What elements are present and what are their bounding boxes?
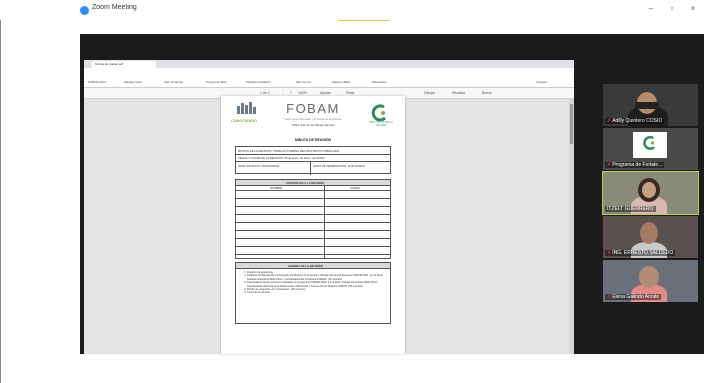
bookmark-item[interactable]: Carpeta <box>536 80 547 84</box>
pdf-page: CONOCIENDO FOBAM Fondo para el Bienestar… <box>221 96 405 354</box>
instituto-mujer-logo <box>643 135 655 150</box>
participant-name: ✗Programa de Fortale... <box>605 162 665 168</box>
participant-tile-active-speaker[interactable]: ITZELT GUERRERO <box>602 171 699 215</box>
erase-button[interactable]: Borrar <box>482 91 492 95</box>
agenda-table: AGENDA DE LA REUNIÓN Registro de asisten… <box>235 262 391 324</box>
draw-button[interactable]: Dibujar <box>424 91 435 95</box>
participant-tile[interactable]: ✗Elena Galindo Arzate <box>603 260 698 302</box>
bookmark-item[interactable]: Sistema IEEA <box>332 80 351 84</box>
maximize-button[interactable]: ▫ <box>667 4 677 13</box>
muted-mic-icon: ✗ <box>607 118 612 124</box>
start-time-field: HORA DE INICIO: 10:00 HORAS <box>238 164 280 168</box>
agenda-header: AGENDA DE LA REUNIÓN <box>288 264 323 268</box>
pdf-scrollbar-thumb[interactable] <box>570 104 573 144</box>
participant-tile[interactable]: ✗Programa de Fortale... <box>603 128 698 170</box>
minimize-button[interactable]: – <box>646 4 656 13</box>
bookmark-item[interactable]: Fed. Finanzas <box>164 80 183 84</box>
close-button[interactable]: × <box>688 4 698 13</box>
muted-mic-icon: ✗ <box>607 294 612 300</box>
attendance-header: ASISTENTES A LA REUNIÓN <box>286 181 325 185</box>
bookmark-item[interactable]: Plataforma IDECA <box>246 80 271 84</box>
agenda-list: Registro de asistencia. Palabras de Bien… <box>241 271 393 295</box>
share-indicator <box>338 20 390 21</box>
browser-tab[interactable]: Minuta de trabajo.pdf <box>92 61 156 68</box>
participant-tile[interactable]: ✗ING. ERNESTO SALCEDO <box>603 216 698 258</box>
muted-mic-icon: ✗ <box>607 162 612 168</box>
window-border <box>0 20 1 383</box>
fit-button[interactable]: Ajustar <box>320 91 331 95</box>
highlight-button[interactable]: Resaltar <box>452 91 465 95</box>
meeting-info-table: MOTIVO DE LA REUNIÓN: TRABAJO INTERNO DE… <box>235 146 391 175</box>
window-title: Zoom Meeting <box>92 4 137 11</box>
muted-mic-icon: ✗ <box>607 250 612 256</box>
zoom-in-button[interactable]: + <box>290 91 292 95</box>
bookmark-item[interactable]: FOBAM 2021 <box>88 80 106 84</box>
participant-tile[interactable]: ✗Adilly Quintero COSIO <box>603 84 698 126</box>
bookmark-item[interactable]: Mis Cursos <box>296 80 311 84</box>
rotate-button[interactable]: Rotar <box>346 91 355 95</box>
page-counter: 1 de 2 <box>260 91 270 95</box>
bookmark-item[interactable]: Programa SEQ <box>206 80 226 84</box>
participant-name: ITZELT GUERRERO <box>605 206 656 212</box>
end-time-field: HORA DE TERMINACIÓN: 11:00 HORAS <box>313 164 365 168</box>
participant-name: ✗Adilly Quintero COSIO <box>605 118 665 124</box>
address-bar-row: C:/Users/Archivo/FOBAM/Desktop/Minuta/MI… <box>84 68 574 84</box>
bookmarks-bar: FOBAM 2021 Manejo redes Fed. Finanzas Pr… <box>84 78 574 88</box>
participant-name: ✗Elena Galindo Arzate <box>605 294 662 300</box>
agenda-item: Presentación de las acciones realizadas … <box>247 281 393 288</box>
right-logo-text: INSTITUTO DE LA MUJER <box>369 120 393 127</box>
bookmark-item[interactable]: Manejo redes <box>124 80 142 84</box>
date-place-field: FECHA Y LUGAR DE LA REUNIÓN: 18 de enero… <box>238 156 325 160</box>
agenda-item: Cierre de la reunión. <box>247 291 393 294</box>
zoom-title-bar: Zoom Meeting – ▫ × <box>0 0 715 21</box>
zoom-level[interactable]: 100% <box>298 91 307 95</box>
bookmark-item[interactable]: Planeación <box>372 80 387 84</box>
minuta-title: MINUTA DE REUNIÓN <box>294 138 332 142</box>
zoom-logo-icon <box>80 6 89 15</box>
attendance-table: ASISTENTES A LA REUNIÓN NOMBRE CARGO <box>235 179 391 259</box>
participant-name: ✗ING. ERNESTO SALCEDO <box>605 250 676 256</box>
zoom-out-button[interactable]: – <box>282 91 284 95</box>
subject-field: MOTIVO DE LA REUNIÓN: TRABAJO INTERNO DE… <box>238 149 340 153</box>
browser-tab-strip: Minuta de trabajo.pdf <box>84 60 574 68</box>
